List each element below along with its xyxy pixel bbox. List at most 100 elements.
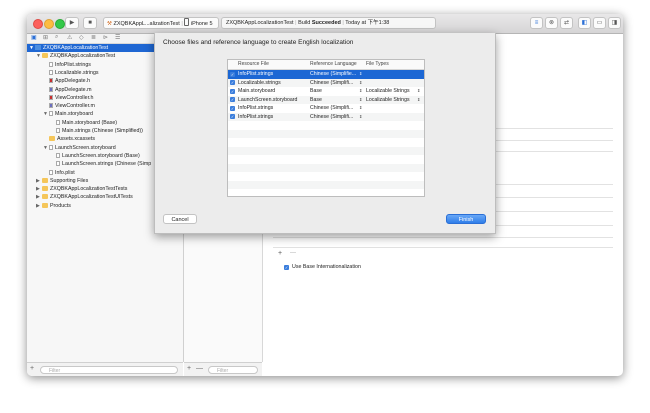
table-row[interactable]: ✓ Localizable.strings Chinese (Simplifi...…	[228, 78, 424, 88]
reference-language-popup[interactable]: Base	[310, 96, 322, 105]
navigator-item-label: AppDelegate.m	[55, 86, 92, 93]
report-navigator-icon[interactable]: ☰	[115, 34, 120, 41]
toolbar: ▶ ■ ⚒ ZXQBKAppL...alizationTest | iPhone…	[27, 14, 623, 34]
file-icon	[49, 169, 53, 175]
navigator-item-label: LaunchScreen.strings (Chinese (Simp	[62, 161, 152, 168]
table-row[interactable]: ✓ Main.storyboard Base ⇕ Localizable Strings…	[228, 87, 424, 96]
popup-arrows-icon: ⇕	[359, 79, 363, 85]
file-icon	[56, 161, 60, 167]
header-file-icon	[49, 94, 53, 100]
file-type-popup[interactable]: Localizable Strings	[366, 87, 410, 96]
test-navigator-icon[interactable]: ◇	[79, 34, 84, 41]
close-window-button[interactable]	[33, 19, 43, 29]
table-row[interactable]: ✓ InfoPlist.strings Chinese (Simplifi... ⇕	[228, 104, 424, 113]
file-type-popup[interactable]: Localizable Strings	[366, 96, 410, 105]
folder-icon	[49, 136, 55, 142]
navigator-item-label: LaunchScreen.storyboard	[55, 144, 116, 151]
reference-language-popup[interactable]: Chinese (Simplifi...	[310, 113, 353, 122]
activity-view: ZXQBKAppLocalizationTest | Build Succeed…	[221, 17, 436, 29]
issue-navigator-icon[interactable]: ⚠	[67, 34, 72, 41]
breakpoint-navigator-icon[interactable]: ⊳	[103, 34, 108, 41]
assistant-icon: ⊗	[548, 20, 555, 26]
include-checkbox[interactable]: ✓	[230, 105, 235, 111]
navigator-item-label: ViewController.h	[55, 94, 94, 101]
navigator-item-label: ZXQBKAppLocalizationTestTests	[50, 186, 128, 193]
folder-navigator-icon[interactable]: ▣	[31, 34, 37, 41]
empty-table-row	[228, 172, 424, 181]
finish-button[interactable]: Finish	[446, 214, 486, 224]
navigator-item-label: Main.storyboard (Base)	[62, 119, 118, 126]
hammer-icon: ⚒	[107, 21, 112, 27]
zoom-window-button[interactable]	[55, 19, 65, 29]
file-icon	[49, 69, 53, 75]
include-checkbox[interactable]: ✓	[230, 88, 235, 94]
toggle-navigator-button[interactable]: ◧	[578, 17, 591, 29]
navigator-item-label: ZXQBKAppLocalizationTestUITests	[50, 194, 133, 201]
stop-icon: ■	[88, 20, 92, 26]
run-button[interactable]: ▶	[65, 17, 79, 29]
debug-panel-icon: ▭	[596, 20, 603, 26]
editor-icon: ≡	[534, 20, 539, 26]
resource-file-cell: InfoPlist.strings	[238, 113, 274, 120]
include-checkbox[interactable]: ✓	[230, 80, 235, 85]
include-checkbox[interactable]: ✓	[230, 71, 235, 77]
reference-language-popup[interactable]: Chinese (Simplifi...	[310, 104, 353, 113]
utilities-panel-icon: ◨	[611, 20, 618, 26]
popup-arrows-icon: ⇕	[359, 96, 363, 102]
empty-table-row	[228, 163, 424, 172]
activity-project: ZXQBKAppLocalizationTest	[226, 20, 294, 26]
navigator-item-label: Main.storyboard	[55, 111, 93, 118]
navigator-item-label: ZXQBKAppLocalizationTest	[50, 53, 116, 60]
table-row[interactable]: ✓ LaunchScreen.storyboard Base ⇕ Localizable…	[228, 95, 424, 105]
version-editor-button[interactable]: ⇄	[560, 17, 573, 29]
empty-table-row	[228, 121, 424, 130]
toggle-utilities-button[interactable]: ◨	[608, 17, 621, 29]
reference-language-popup[interactable]: Chinese (Simplifi...	[310, 79, 353, 88]
cancel-button[interactable]: Cancel	[163, 214, 197, 224]
include-checkbox[interactable]: ✓	[230, 97, 235, 102]
project-icon	[35, 45, 41, 50]
add-localization-button[interactable]: +	[278, 250, 282, 257]
toggle-debug-button[interactable]: ▭	[593, 17, 606, 29]
scheme-project: ZXQBKAppL...alizationTest	[113, 21, 180, 27]
assistant-editor-button[interactable]: ⊗	[545, 17, 558, 29]
file-icon	[56, 128, 60, 133]
file-icon	[56, 119, 60, 125]
storyboard-icon	[49, 111, 53, 117]
include-checkbox[interactable]: ✓	[230, 114, 235, 119]
scheme-device: iPhone 5	[190, 21, 213, 27]
reference-language-popup[interactable]: Base	[310, 87, 322, 96]
scheme-selector[interactable]: ⚒ ZXQBKAppL...alizationTest | iPhone 5	[103, 17, 219, 29]
middle-filter-input[interactable]: Filter	[208, 366, 258, 374]
navigator-item-label: Assets.xcassets	[57, 136, 95, 143]
standard-editor-button[interactable]: ≡	[530, 17, 543, 29]
minimize-window-button[interactable]	[44, 19, 54, 29]
resource-file-cell: InfoPlist.strings	[238, 71, 274, 77]
add-target-icon[interactable]: +	[187, 365, 191, 372]
navigator-item-label: Supporting Files	[50, 177, 89, 184]
resource-file-cell: InfoPlist.strings	[238, 105, 274, 111]
navigator-item-label: Localizable.strings	[55, 69, 99, 76]
table-row[interactable]: ✓ InfoPlist.strings Chinese (Simplifie... ⇕	[228, 70, 424, 79]
folder-icon	[42, 177, 48, 183]
navigator-filter-input[interactable]: Filter	[40, 366, 178, 374]
popup-arrows-icon: ⇕	[417, 88, 421, 93]
source-file-icon	[49, 103, 53, 109]
symbol-navigator-icon[interactable]: ⊞	[43, 34, 48, 41]
column-header-reference-language[interactable]: Reference Language	[310, 60, 357, 69]
base-internationalization-checkbox[interactable]: ✓	[284, 265, 289, 270]
popup-arrows-icon: ⇕	[417, 96, 421, 102]
column-header-resource-file[interactable]: Resource File	[238, 60, 269, 69]
remove-target-icon[interactable]: —	[196, 365, 203, 372]
remove-localization-button[interactable]: —	[290, 250, 296, 256]
column-header-file-types[interactable]: File Types	[366, 60, 389, 69]
find-navigator-icon[interactable]: ⌕	[55, 34, 58, 41]
stop-button[interactable]: ■	[83, 17, 97, 29]
device-icon	[184, 18, 190, 26]
debug-navigator-icon[interactable]: ≣	[91, 34, 96, 41]
table-row[interactable]: ✓ InfoPlist.strings Chinese (Simplifi... ⇕	[228, 112, 424, 122]
add-icon[interactable]: +	[30, 365, 34, 372]
reference-language-popup[interactable]: Chinese (Simplifie...	[310, 70, 356, 79]
middle-bottom-bar: + — Filter	[184, 362, 262, 376]
resource-file-cell: Main.storyboard	[238, 88, 276, 94]
